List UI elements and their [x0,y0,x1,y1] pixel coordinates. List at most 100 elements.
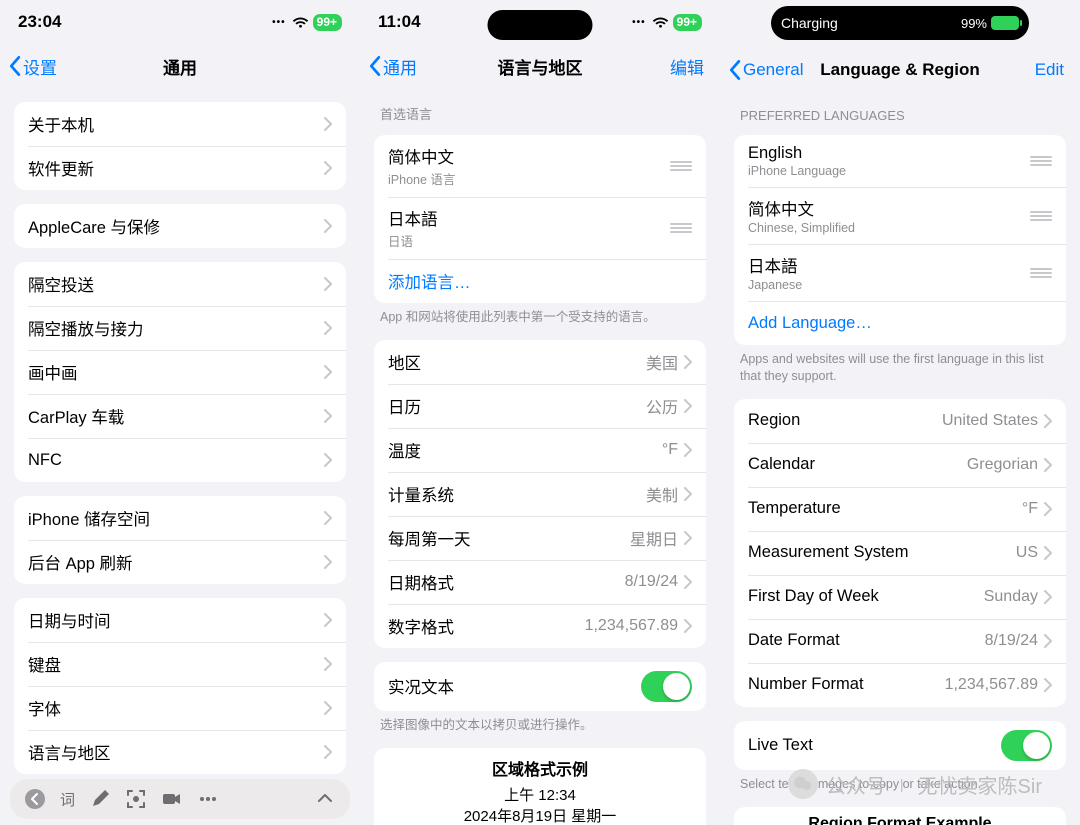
row-number-format[interactable]: 数字格式1,234,567.89 [374,604,706,648]
back-label: 设置 [23,54,57,79]
chevron-right-icon [1044,414,1052,428]
back-label: 通用 [383,54,417,79]
row-background-refresh[interactable]: 后台 App 刷新 [14,540,346,584]
chevron-right-icon [1044,458,1052,472]
row-first-day-week[interactable]: 每周第一天星期日 [374,516,706,560]
more-icon[interactable] [197,788,219,810]
chevron-right-icon [324,657,332,671]
chevron-left-circle-icon[interactable] [24,788,46,810]
chevron-right-icon [324,613,332,627]
row-language-region[interactable]: 语言与地区 [14,730,346,774]
live-text-footer: Select text in images to copy or take ac… [734,770,1066,793]
battery-icon [991,16,1019,30]
content-scroll[interactable]: 首选语言 简体中文iPhone 语言 日本語日语 添加语言… App 和网站将使… [360,88,720,825]
status-time: 11:04 [378,12,421,32]
battery-badge: 99+ [673,14,702,31]
row-storage[interactable]: iPhone 储存空间 [14,496,346,540]
row-region[interactable]: RegionUnited States [734,399,1066,443]
row-about[interactable]: 关于本机 [14,102,346,146]
row-applecare[interactable]: AppleCare 与保修 [14,204,346,248]
row-temperature[interactable]: 温度°F [374,428,706,472]
lang-row-ja[interactable]: 日本語Japanese [734,244,1066,301]
drag-handle-icon[interactable] [1030,155,1052,167]
row-software-update[interactable]: 软件更新 [14,146,346,190]
status-bar: 23:04 ••• 99+ [0,0,360,44]
content-scroll[interactable]: 关于本机 软件更新 AppleCare 与保修 隔空投送 隔空播放与接力 画中画… [0,88,360,825]
nav-bar: General Language & Region Edit [720,48,1080,92]
edit-button[interactable]: 编辑 [670,54,712,79]
page-title: 语言与地区 [498,54,583,79]
chevron-left-icon [728,59,741,81]
row-date-time[interactable]: 日期与时间 [14,598,346,642]
row-fonts[interactable]: 字体 [14,686,346,730]
content-scroll[interactable]: PREFERRED LANGUAGES EnglishiPhone Langua… [720,92,1080,825]
status-indicators: ••• 99+ [632,14,702,31]
row-airplay[interactable]: 隔空播放与接力 [14,306,346,350]
row-airdrop[interactable]: 隔空投送 [14,262,346,306]
row-calendar[interactable]: 日历公历 [374,384,706,428]
notch [488,10,593,40]
status-time: 23:04 [18,12,61,32]
row-temperature[interactable]: Temperature°F [734,487,1066,531]
region-format-example: Region Format Example 12:34 AM Monday, A… [734,807,1066,825]
row-date-format[interactable]: Date Format8/19/24 [734,619,1066,663]
row-carplay[interactable]: CarPlay 车载 [14,394,346,438]
drag-handle-icon[interactable] [1030,210,1052,222]
row-live-text: 实况文本 [374,662,706,711]
chevron-right-icon [684,531,692,545]
preferred-languages-header: 首选语言 [374,88,706,129]
live-text-switch[interactable] [1001,730,1052,761]
chevron-right-icon [324,117,332,131]
nav-bar: 设置 通用 [0,44,360,88]
status-indicators: ••• 99+ [272,14,342,31]
chevron-left-icon [8,55,21,77]
row-nfc[interactable]: NFC [14,438,346,482]
row-calendar[interactable]: CalendarGregorian [734,443,1066,487]
row-pip[interactable]: 画中画 [14,350,346,394]
accessory-toolbar: 词 [10,779,350,819]
scan-icon[interactable] [125,788,147,810]
phone-general-settings: 23:04 ••• 99+ 设置 通用 关于本机 软件更新 AppleCare … [0,0,360,825]
drag-handle-icon[interactable] [670,222,692,234]
back-button[interactable]: 通用 [368,54,417,79]
edit-button[interactable]: Edit [1035,60,1072,80]
row-keyboard[interactable]: 键盘 [14,642,346,686]
cellular-icon: ••• [632,17,646,28]
chevron-right-icon [1044,678,1052,692]
row-measurement[interactable]: Measurement SystemUS [734,531,1066,575]
pencil-icon[interactable] [89,788,111,810]
live-text-switch[interactable] [641,671,692,702]
row-live-text: Live Text [734,721,1066,770]
drag-handle-icon[interactable] [1030,267,1052,279]
row-number-format[interactable]: Number Format1,234,567.89 [734,663,1066,707]
chevron-right-icon [324,219,332,233]
lang-row-zh[interactable]: 简体中文iPhone 语言 [374,135,706,197]
drag-handle-icon[interactable] [670,160,692,172]
back-button[interactable]: General [728,59,803,81]
video-icon[interactable] [161,788,183,810]
page-title: 通用 [163,54,197,79]
add-language-row[interactable]: Add Language… [734,301,1066,345]
chevron-right-icon [1044,590,1052,604]
row-first-day-week[interactable]: First Day of WeekSunday [734,575,1066,619]
dynamic-island: Charging 99% [771,6,1029,40]
island-battery: 99% [961,16,1019,31]
chevron-right-icon [684,575,692,589]
lang-row-zh[interactable]: 简体中文Chinese, Simplified [734,187,1066,244]
add-language-row[interactable]: 添加语言… [374,259,706,303]
lang-row-en[interactable]: EnglishiPhone Language [734,135,1066,187]
chevron-right-icon [324,321,332,335]
wifi-icon [652,16,669,29]
chevron-right-icon [324,701,332,715]
back-button[interactable]: 设置 [8,54,57,79]
row-date-format[interactable]: 日期格式8/19/24 [374,560,706,604]
toolbar-text[interactable]: 词 [60,789,75,810]
collapse-icon[interactable] [314,788,336,810]
row-region[interactable]: 地区美国 [374,340,706,384]
chevron-right-icon [1044,502,1052,516]
chevron-right-icon [684,487,692,501]
row-measurement[interactable]: 计量系统美制 [374,472,706,516]
island-charging-label: Charging [781,15,838,31]
lang-row-ja[interactable]: 日本語日语 [374,197,706,259]
chevron-right-icon [1044,634,1052,648]
